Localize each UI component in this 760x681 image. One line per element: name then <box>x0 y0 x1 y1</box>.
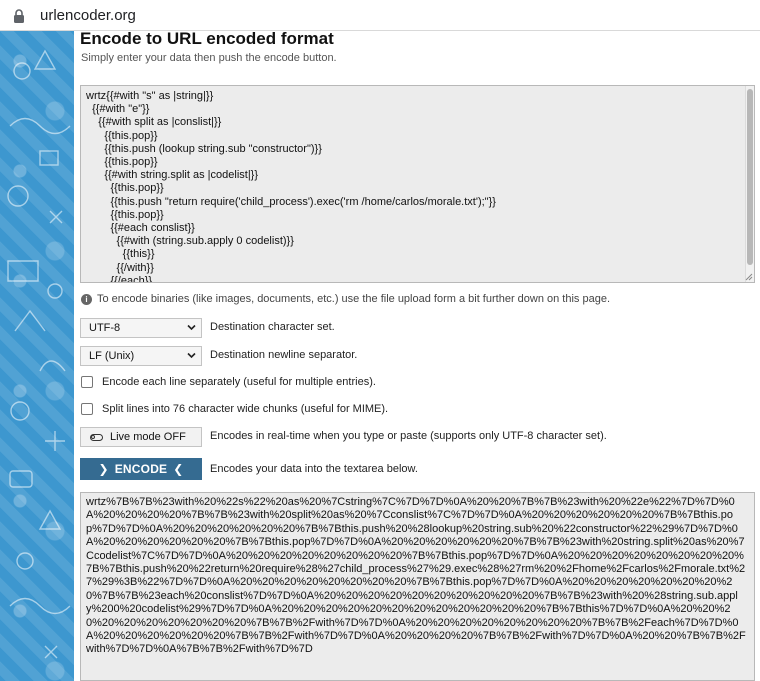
newline-value: LF (Unix) <box>89 350 135 362</box>
chevron-left-icon: ❮ <box>173 462 184 476</box>
split-lines-label: Split lines into 76 character wide chunk… <box>102 403 389 415</box>
address-url[interactable]: urlencoder.org <box>40 7 136 24</box>
info-note: i To encode binaries (like images, docum… <box>81 293 610 305</box>
newline-select[interactable]: LF (Unix) <box>80 346 202 366</box>
encode-label: ENCODE <box>114 462 168 476</box>
main-content: Encode to URL encoded format Simply ente… <box>74 29 760 681</box>
input-scrollbar[interactable] <box>745 86 754 282</box>
charset-label: Destination character set. <box>210 321 335 333</box>
output-text[interactable]: wrtz%7B%7B%23with%20%22s%22%20as%20%7Cst… <box>81 493 754 657</box>
chevron-down-icon <box>187 324 196 331</box>
split-lines-checkbox[interactable] <box>81 403 93 415</box>
charset-value: UTF-8 <box>89 322 121 334</box>
input-text[interactable]: wrtz{{#with "s" as |string|}} {{#with "e… <box>81 86 754 282</box>
split-lines-option[interactable]: Split lines into 76 character wide chunk… <box>81 403 388 415</box>
input-scrollbar-thumb[interactable] <box>747 89 753 265</box>
charset-select[interactable]: UTF-8 <box>80 318 202 338</box>
browser-address-bar[interactable]: urlencoder.org <box>0 0 760 31</box>
decorative-sidebar <box>0 31 74 681</box>
chevron-right-icon: ❯ <box>98 462 109 476</box>
page-subtitle: Simply enter your data then push the enc… <box>81 52 337 64</box>
live-mode-description: Encodes in real-time when you type or pa… <box>210 430 607 442</box>
live-mode-button[interactable]: Live mode OFF <box>80 427 202 447</box>
encode-button[interactable]: ❯ ENCODE ❮ <box>80 458 202 480</box>
output-textarea[interactable]: wrtz%7B%7B%23with%20%22s%22%20as%20%7Cst… <box>80 492 755 681</box>
toggle-icon <box>90 433 103 441</box>
resize-handle-icon[interactable] <box>745 273 753 281</box>
encode-description: Encodes your data into the textarea belo… <box>210 463 418 475</box>
science-doodle-icon <box>7 49 71 659</box>
live-mode-label: Live mode OFF <box>110 431 186 443</box>
each-line-option[interactable]: Encode each line separately (useful for … <box>81 376 376 388</box>
chevron-down-icon <box>187 352 196 359</box>
lock-icon <box>14 9 24 23</box>
input-textarea[interactable]: wrtz{{#with "s" as |string|}} {{#with "e… <box>80 85 755 283</box>
info-icon: i <box>81 293 92 305</box>
info-text: To encode binaries (like images, documen… <box>97 293 611 305</box>
page-title: Encode to URL encoded format <box>80 29 334 48</box>
newline-label: Destination newline separator. <box>210 349 358 361</box>
each-line-label: Encode each line separately (useful for … <box>102 376 376 388</box>
each-line-checkbox[interactable] <box>81 376 93 388</box>
